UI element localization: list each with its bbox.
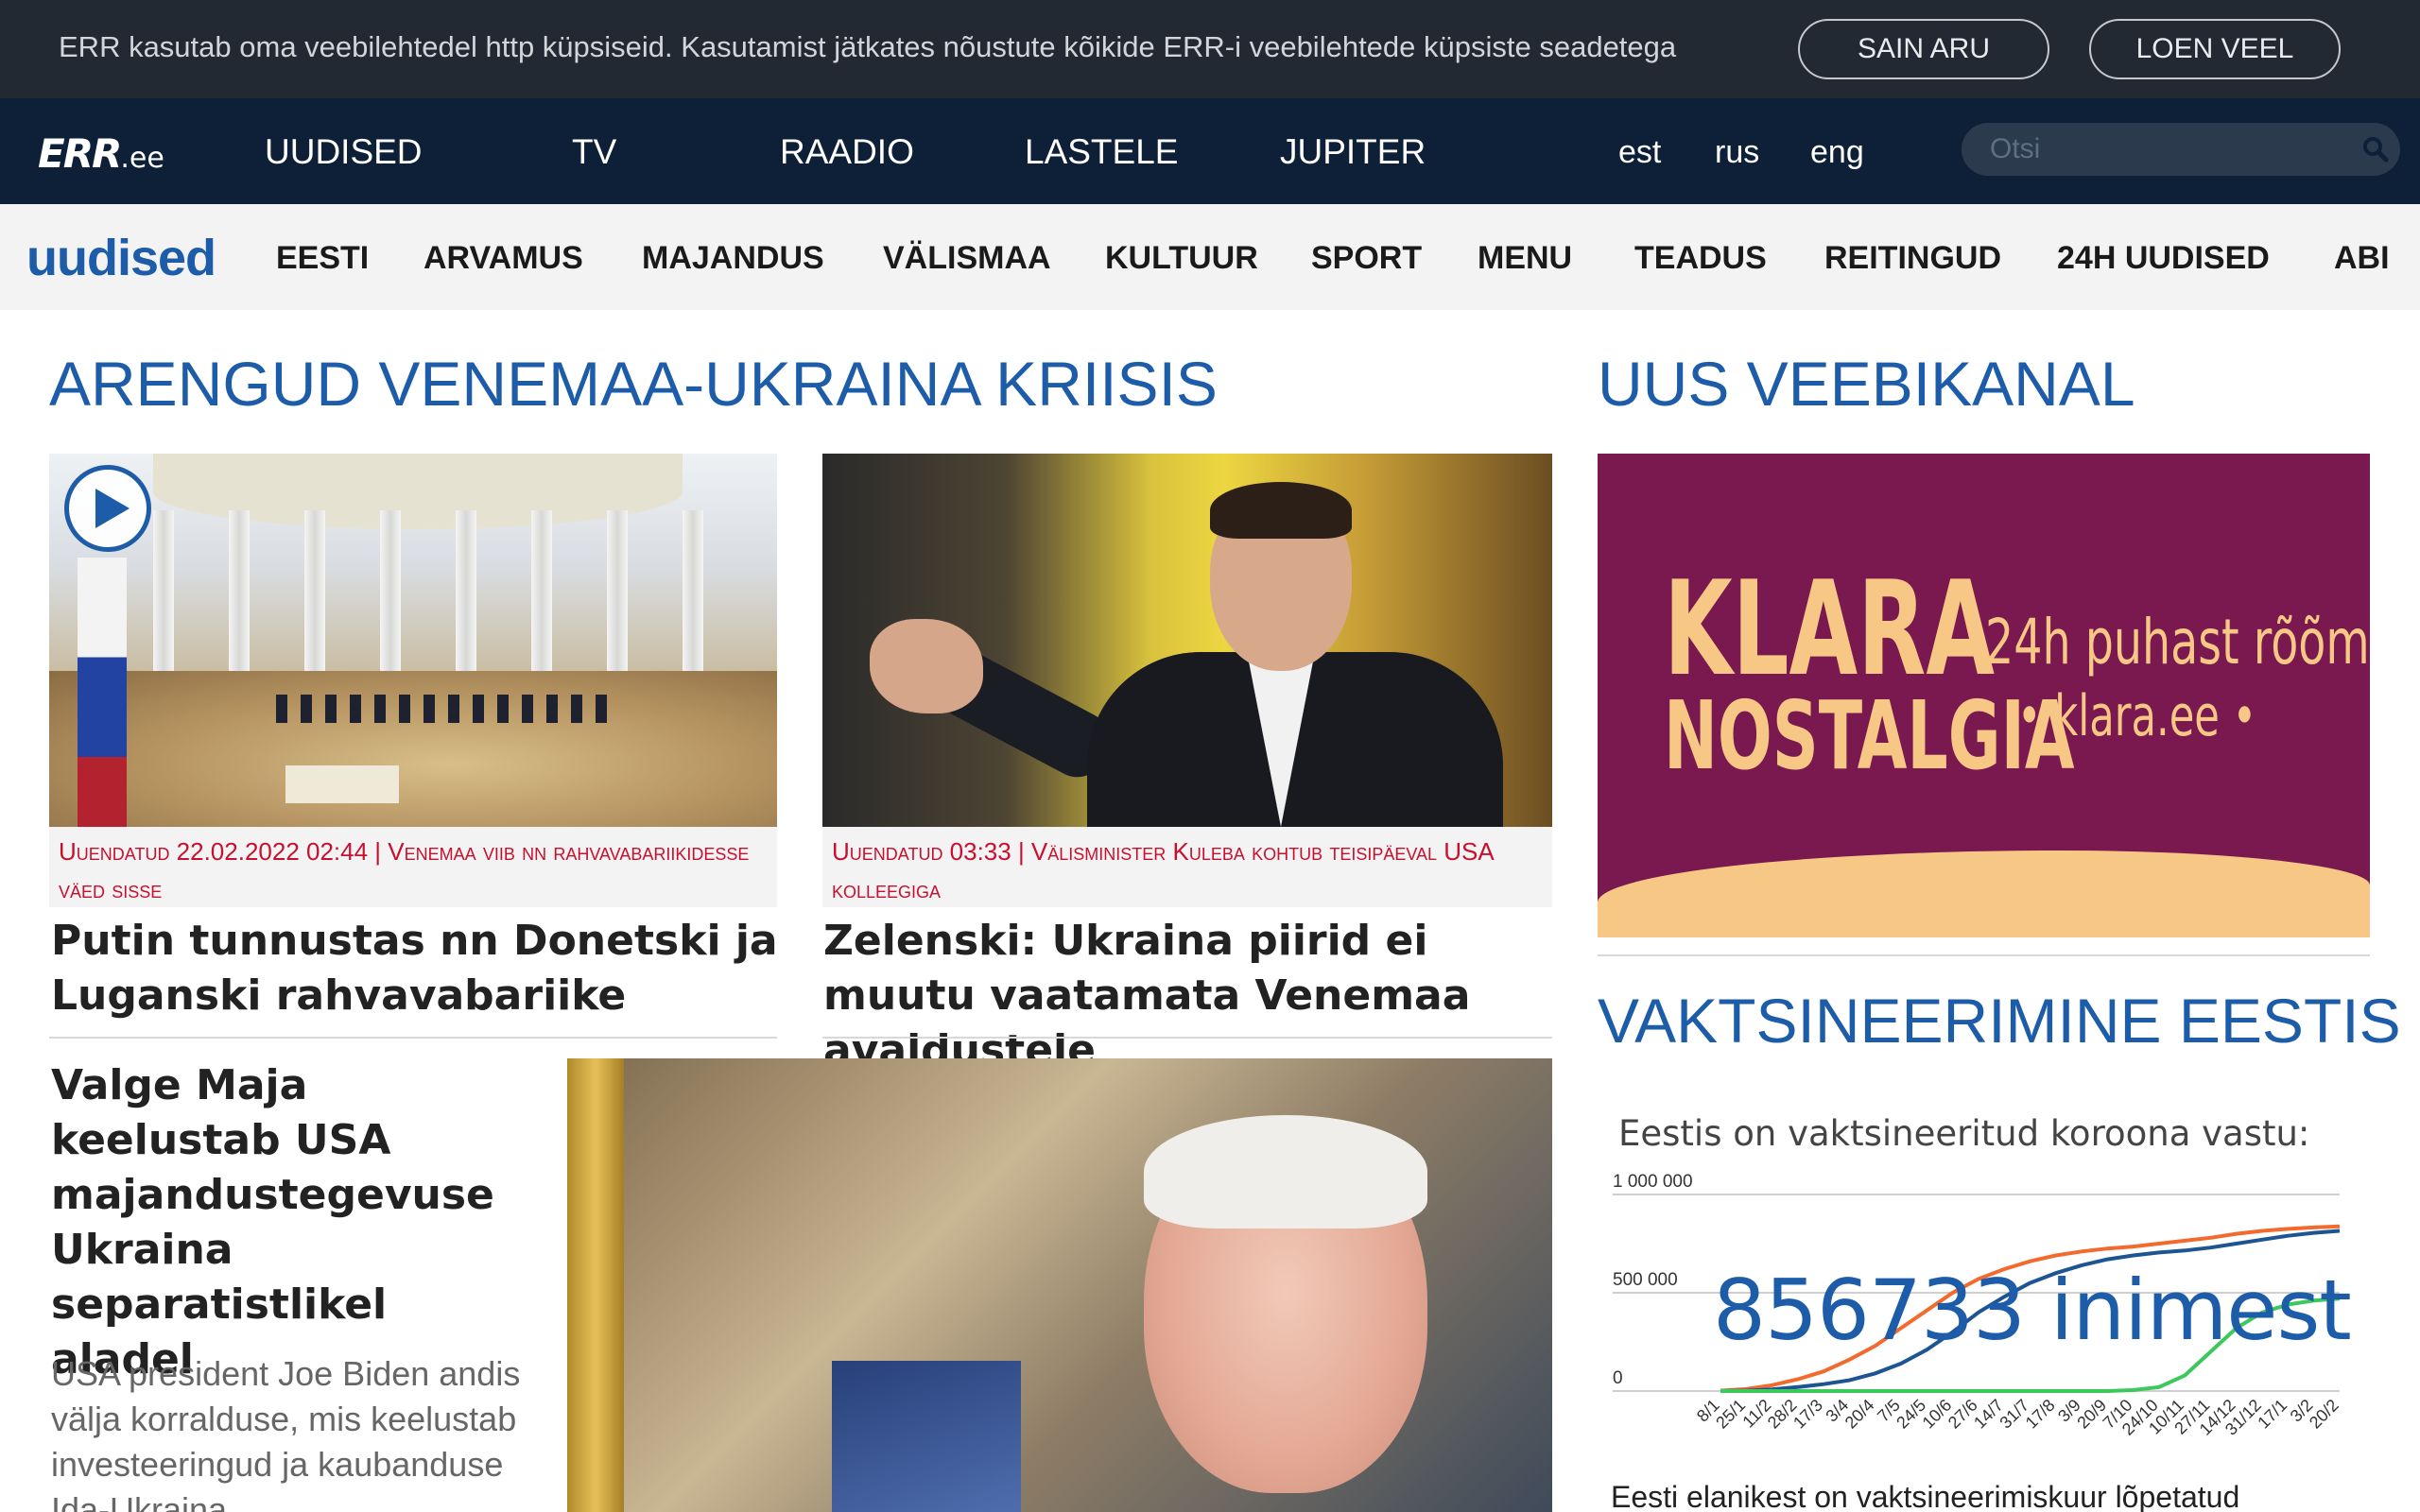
language-rus[interactable]: rus bbox=[1715, 134, 1759, 171]
subnav-item-kultuur[interactable]: KULTUUR bbox=[1105, 240, 1258, 277]
search-icon[interactable] bbox=[2360, 134, 2391, 164]
vaccination-widget-title: Eestis on vaktsineeritud koroona vastu: bbox=[1618, 1113, 2310, 1154]
seated-officials bbox=[276, 695, 616, 723]
chart-x-tick-label: 20/4 bbox=[1841, 1396, 1878, 1433]
chart-x-tick-label: 17/8 bbox=[2022, 1396, 2059, 1433]
vaccination-footer-text: Eesti elanikest on vaktsineerimiskuur lõ… bbox=[1611, 1480, 2240, 1512]
banner-wave bbox=[1598, 850, 2370, 937]
hair bbox=[1144, 1115, 1427, 1228]
nav-item-jupiter[interactable]: JUPITER bbox=[1280, 132, 1426, 172]
hair bbox=[1210, 482, 1352, 539]
biden-article-title[interactable]: Valge Maja keelustab USA majandustegevus… bbox=[51, 1058, 543, 1387]
section-logo[interactable]: uudised bbox=[26, 229, 216, 287]
ad-section-heading[interactable]: UUS VEEBIKANAL bbox=[1598, 348, 2135, 420]
subnav-item-majandus[interactable]: MAJANDUS bbox=[642, 240, 824, 277]
klara-nostalgia-banner[interactable]: KLARA NOSTALGIA 24h puhast rõõmu! • klar… bbox=[1598, 454, 2370, 937]
subnav-item-sport[interactable]: SPORT bbox=[1311, 240, 1422, 277]
putin-article-meta: Uuendatud 22.02.2022 02:44 | Venemaa vii… bbox=[49, 827, 777, 907]
russian-flag bbox=[78, 558, 127, 827]
nav-item-tv[interactable]: TV bbox=[572, 132, 616, 172]
divider bbox=[49, 1037, 777, 1039]
biden-article-image[interactable] bbox=[567, 1058, 1552, 1512]
video-play-button[interactable] bbox=[64, 465, 151, 552]
vaccinated-count: 856733 inimest bbox=[1713, 1262, 2352, 1359]
chart-x-tick-label: 17/3 bbox=[1789, 1396, 1826, 1433]
chart-x-tick-label: 20/2 bbox=[2306, 1396, 2342, 1433]
crisis-section-heading[interactable]: ARENGUD VENEMAA-UKRAINA KRIISIS bbox=[49, 348, 1218, 420]
chart-y-tick-label: 1 000 000 bbox=[1613, 1172, 1693, 1192]
banner-url: • klara.ee • bbox=[2017, 683, 2257, 749]
language-est[interactable]: est bbox=[1618, 134, 1661, 171]
raised-hand bbox=[870, 619, 983, 713]
subnav-item-teadus[interactable]: TEADUS bbox=[1634, 240, 1767, 277]
flag-fragment bbox=[832, 1361, 1021, 1512]
divider bbox=[1598, 954, 2370, 956]
putin-article-title[interactable]: Putin tunnustas nn Donetski ja Luganski … bbox=[51, 914, 779, 1023]
search-input[interactable] bbox=[1990, 130, 2340, 168]
language-eng[interactable]: eng bbox=[1810, 134, 1864, 171]
zelenski-article-image[interactable] bbox=[822, 454, 1552, 827]
biden-article-lead: USA president Joe Biden andis välja korr… bbox=[51, 1354, 521, 1512]
nav-item-uudised[interactable]: UUDISED bbox=[265, 132, 423, 172]
nav-item-raadio[interactable]: RAADIO bbox=[780, 132, 914, 172]
subnav-item-abi[interactable]: ABI bbox=[2334, 240, 2390, 277]
cookie-read-more-button[interactable]: LOEN VEEL bbox=[2089, 19, 2341, 79]
zelenski-article-meta: Uuendatud 03:33 | Välisminister Kuleba k… bbox=[822, 827, 1552, 907]
subnav-item-24h-uudised[interactable]: 24H UUDISED bbox=[2057, 240, 2270, 277]
gilded-frame bbox=[567, 1058, 624, 1512]
subnav-item-valismaa[interactable]: VÄLISMAA bbox=[883, 240, 1051, 277]
main-navigation: ERR.ee UUDISED TV RAADIO LASTELE JUPITER… bbox=[0, 98, 2420, 204]
play-icon bbox=[95, 489, 130, 528]
err-logo[interactable]: ERR.ee bbox=[38, 130, 164, 177]
cookie-banner: ERR kasutab oma veebilehtedel http küpsi… bbox=[0, 0, 2420, 98]
nav-item-lastele[interactable]: LASTELE bbox=[1025, 132, 1178, 172]
chart-y-tick-label: 0 bbox=[1613, 1368, 1623, 1388]
cookie-accept-button[interactable]: SAIN ARU bbox=[1798, 19, 2049, 79]
desk bbox=[285, 765, 399, 803]
banner-tagline: 24h puhast rõõmu! bbox=[1985, 606, 2370, 679]
vaccination-section-heading[interactable]: VAKTSINEERIMINE EESTIS bbox=[1598, 985, 2401, 1057]
search-box bbox=[1962, 123, 2400, 176]
banner-tagline-block: 24h puhast rõõmu! • klara.ee • bbox=[1985, 605, 2370, 752]
chart-y-tick-label: 500 000 bbox=[1613, 1270, 1678, 1290]
zelenski-article-title[interactable]: Zelenski: Ukraina piirid ei muutu vaatam… bbox=[823, 914, 1553, 1078]
logo-suffix: .ee bbox=[120, 142, 164, 175]
putin-article-image[interactable] bbox=[49, 454, 777, 827]
subnav-item-arvamus[interactable]: ARVAMUS bbox=[424, 240, 583, 277]
divider bbox=[822, 1037, 1552, 1039]
section-navigation: uudised EESTI ARVAMUS MAJANDUS VÄLISMAA … bbox=[0, 204, 2420, 310]
subnav-item-eesti[interactable]: EESTI bbox=[276, 240, 369, 277]
chart-x-tick-label: 17/1 bbox=[2254, 1396, 2290, 1433]
subnav-item-menu[interactable]: MENU bbox=[1478, 240, 1572, 277]
cookie-notice-text: ERR kasutab oma veebilehtedel http küpsi… bbox=[59, 30, 1677, 63]
subnav-item-reitingud[interactable]: REITINGUD bbox=[1824, 240, 2001, 277]
logo-text: ERR bbox=[38, 130, 122, 177]
